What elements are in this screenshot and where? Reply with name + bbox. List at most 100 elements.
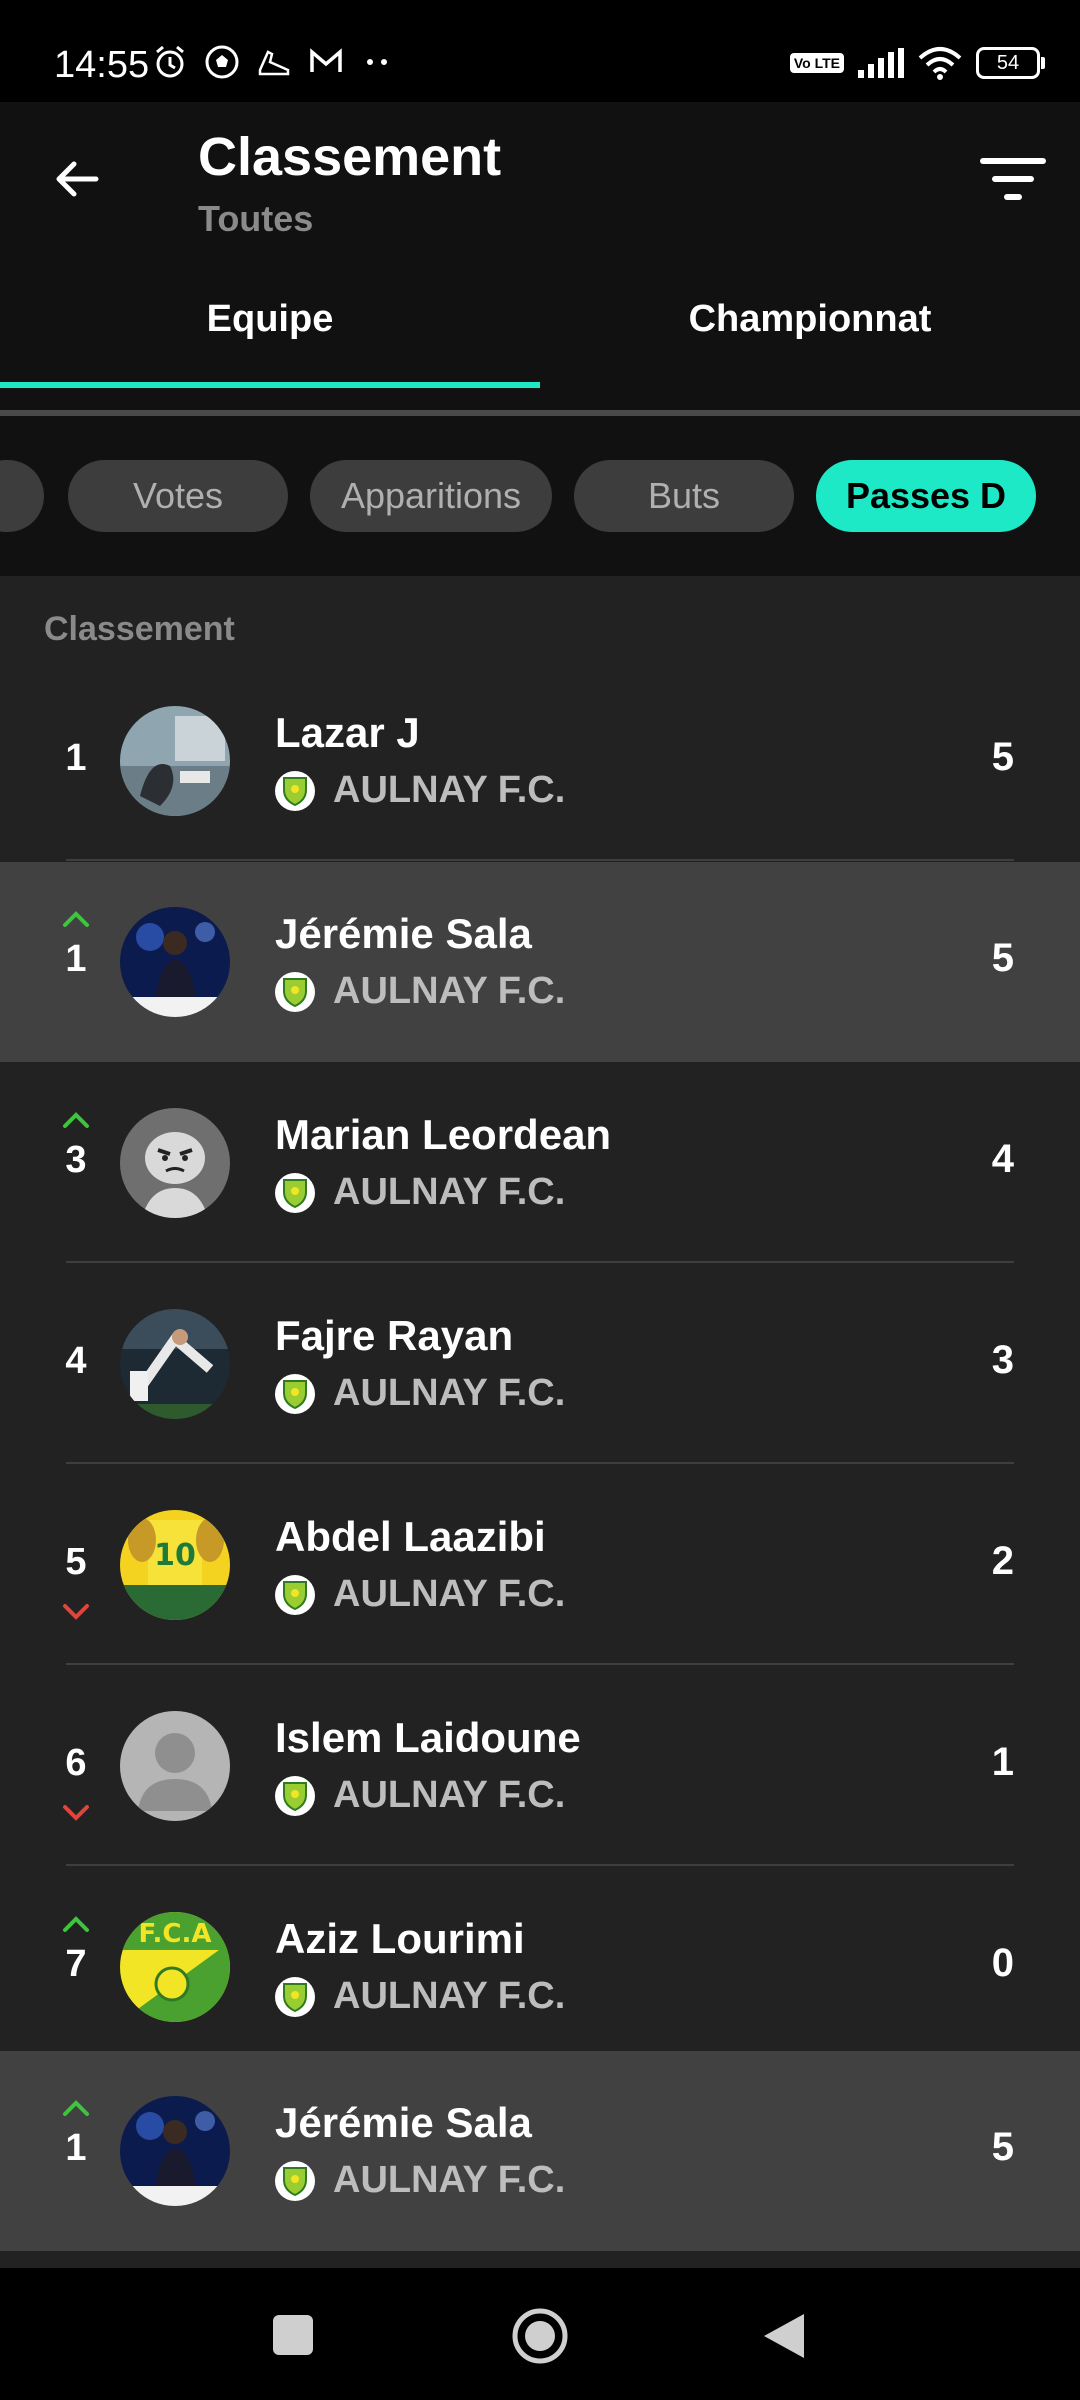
player-avatar xyxy=(120,2096,230,2206)
club-info: AULNAY F.C. xyxy=(275,1573,565,1616)
ranking-row[interactable]: 1 Lazar J AULNAY F.C. 5 xyxy=(0,661,1080,861)
tab-equipe[interactable]: Equipe xyxy=(0,298,540,341)
player-name: Fajre Rayan xyxy=(275,1312,514,1359)
chip-apparitions[interactable]: Apparitions xyxy=(310,460,552,532)
status-bar: 14:55 Vo LTE 54 xyxy=(0,0,1080,102)
club-name: AULNAY F.C. xyxy=(333,1171,566,1213)
gmail-icon xyxy=(310,48,342,72)
ranking-list: Classement 1 Lazar J AULNAY F.C. 5 1 Jérémie … xyxy=(0,576,1080,2268)
more-dots-icon xyxy=(367,59,387,65)
home-button[interactable] xyxy=(510,2306,570,2366)
back-arrow-icon[interactable] xyxy=(52,154,102,204)
club-name: AULNAY F.C. xyxy=(333,1573,566,1615)
rank-number: 5 xyxy=(65,1541,87,1583)
ranking-row[interactable]: 6 Islem Laidoune AULNAY F.C. 1 xyxy=(0,1666,1080,1866)
player-avatar: 10 xyxy=(120,1510,230,1620)
volte-icon: Vo LTE xyxy=(789,53,844,73)
page-title: Classement xyxy=(198,127,502,187)
row-divider xyxy=(66,1663,1014,1665)
player-name: Marian Leordean xyxy=(275,1111,612,1158)
club-name: AULNAY F.C. xyxy=(333,1372,566,1414)
page-subtitle: Toutes xyxy=(198,198,314,239)
club-info: AULNAY F.C. xyxy=(275,769,565,812)
chip-votes[interactable]: Votes xyxy=(68,460,288,532)
ranking-row[interactable]: 3 Marian Leordean AULNAY F.C. 4 xyxy=(0,1063,1080,1263)
fca-logo-text: F.C.A xyxy=(139,1919,212,1949)
row-divider xyxy=(66,1864,1014,1866)
player-avatar xyxy=(120,907,230,1017)
back-button[interactable] xyxy=(762,2312,806,2360)
trend-up-icon xyxy=(63,1916,89,1932)
tab-indicator xyxy=(0,382,540,388)
stat-value: 5 xyxy=(991,936,1014,980)
club-info: AULNAY F.C. xyxy=(275,970,565,1013)
trend-up-icon xyxy=(63,2100,89,2116)
player-avatar xyxy=(120,1309,230,1419)
alarm-icon xyxy=(156,45,184,78)
rank-number: 1 xyxy=(65,737,87,779)
club-name: AULNAY F.C. xyxy=(333,1975,566,2017)
row-divider xyxy=(66,1261,1014,1263)
status-time: 14:55 xyxy=(54,44,150,86)
soccer-ball-icon xyxy=(205,45,239,79)
filter-icon[interactable] xyxy=(978,156,1048,206)
stat-value: 2 xyxy=(991,1539,1014,1583)
system-status: Vo LTE 54 xyxy=(789,46,1045,80)
club-info: AULNAY F.C. xyxy=(275,2159,565,2202)
stat-value: 5 xyxy=(991,735,1014,779)
stat-value: 4 xyxy=(991,1137,1014,1181)
recents-button[interactable] xyxy=(272,2314,314,2356)
row-divider xyxy=(66,1462,1014,1464)
trend-down-icon xyxy=(63,1604,89,1620)
stat-value: 1 xyxy=(991,1740,1014,1784)
system-nav-bar xyxy=(0,2268,1080,2400)
club-info: AULNAY F.C. xyxy=(275,1372,565,1415)
notification-icons xyxy=(152,44,396,80)
stat-value: 3 xyxy=(991,1338,1014,1382)
chip-buts[interactable]: Buts xyxy=(574,460,794,532)
club-info: AULNAY F.C. xyxy=(275,1171,565,1214)
rank-number: 7 xyxy=(65,1943,87,1985)
ranking-row[interactable]: 1 Jérémie Sala AULNAY F.C. 5 xyxy=(0,862,1080,1062)
player-name: Islem Laidoune xyxy=(275,1714,581,1761)
rank-number: 1 xyxy=(65,938,87,980)
ranking-row[interactable]: 7 F.C.A Aziz Lourimi AULNAY F.C. 0 xyxy=(0,1867,1080,2067)
club-name: AULNAY F.C. xyxy=(333,970,566,1012)
player-name: Jérémie Sala xyxy=(275,910,532,957)
section-label: Classement xyxy=(44,610,235,648)
trend-up-icon xyxy=(63,1112,89,1128)
club-info: AULNAY F.C. xyxy=(275,1975,565,2018)
chip-partial[interactable] xyxy=(0,460,44,532)
player-avatar: F.C.A xyxy=(120,1912,230,2022)
player-avatar xyxy=(120,1108,230,1218)
player-avatar xyxy=(120,706,230,816)
tab-championnat[interactable]: Championnat xyxy=(540,298,1080,341)
rank-number: 6 xyxy=(65,1742,87,1784)
player-name: Aziz Lourimi xyxy=(275,1915,525,1962)
wifi-icon xyxy=(918,47,962,80)
club-logo-icon xyxy=(275,971,315,1012)
ranking-row[interactable]: 5 10 Abdel Laazibi AULNAY F.C. 2 xyxy=(0,1465,1080,1665)
row-divider xyxy=(66,859,1014,861)
app-bar: Classement Toutes xyxy=(0,102,1080,270)
svg-text:10: 10 xyxy=(154,1538,196,1573)
chip-passes-d[interactable]: Passes D xyxy=(816,460,1036,532)
club-logo-icon xyxy=(275,1172,315,1213)
club-name: AULNAY F.C. xyxy=(333,2159,566,2201)
tab-bar: Equipe Championnat xyxy=(0,270,1080,416)
player-name: Jérémie Sala xyxy=(275,2099,532,2146)
player-name: Lazar J xyxy=(275,709,420,756)
club-name: AULNAY F.C. xyxy=(333,769,566,811)
club-logo-icon xyxy=(275,2160,315,2201)
club-logo-icon xyxy=(275,1775,315,1816)
rank-number: 3 xyxy=(65,1139,87,1181)
club-logo-icon xyxy=(275,1574,315,1615)
club-name: AULNAY F.C. xyxy=(333,1774,566,1816)
rank-number: 1 xyxy=(65,2127,87,2169)
stat-filter-chips: Votes Apparitions Buts Passes D xyxy=(0,416,1080,576)
club-logo-icon xyxy=(275,1976,315,2017)
player-avatar xyxy=(120,1711,230,1821)
ranking-row[interactable]: 4 Fajre Rayan AULNAY F.C. 3 xyxy=(0,1264,1080,1464)
club-info: AULNAY F.C. xyxy=(275,1774,565,1817)
ranking-row[interactable]: 1 Jérémie Sala AULNAY F.C. 5 xyxy=(0,2051,1080,2251)
